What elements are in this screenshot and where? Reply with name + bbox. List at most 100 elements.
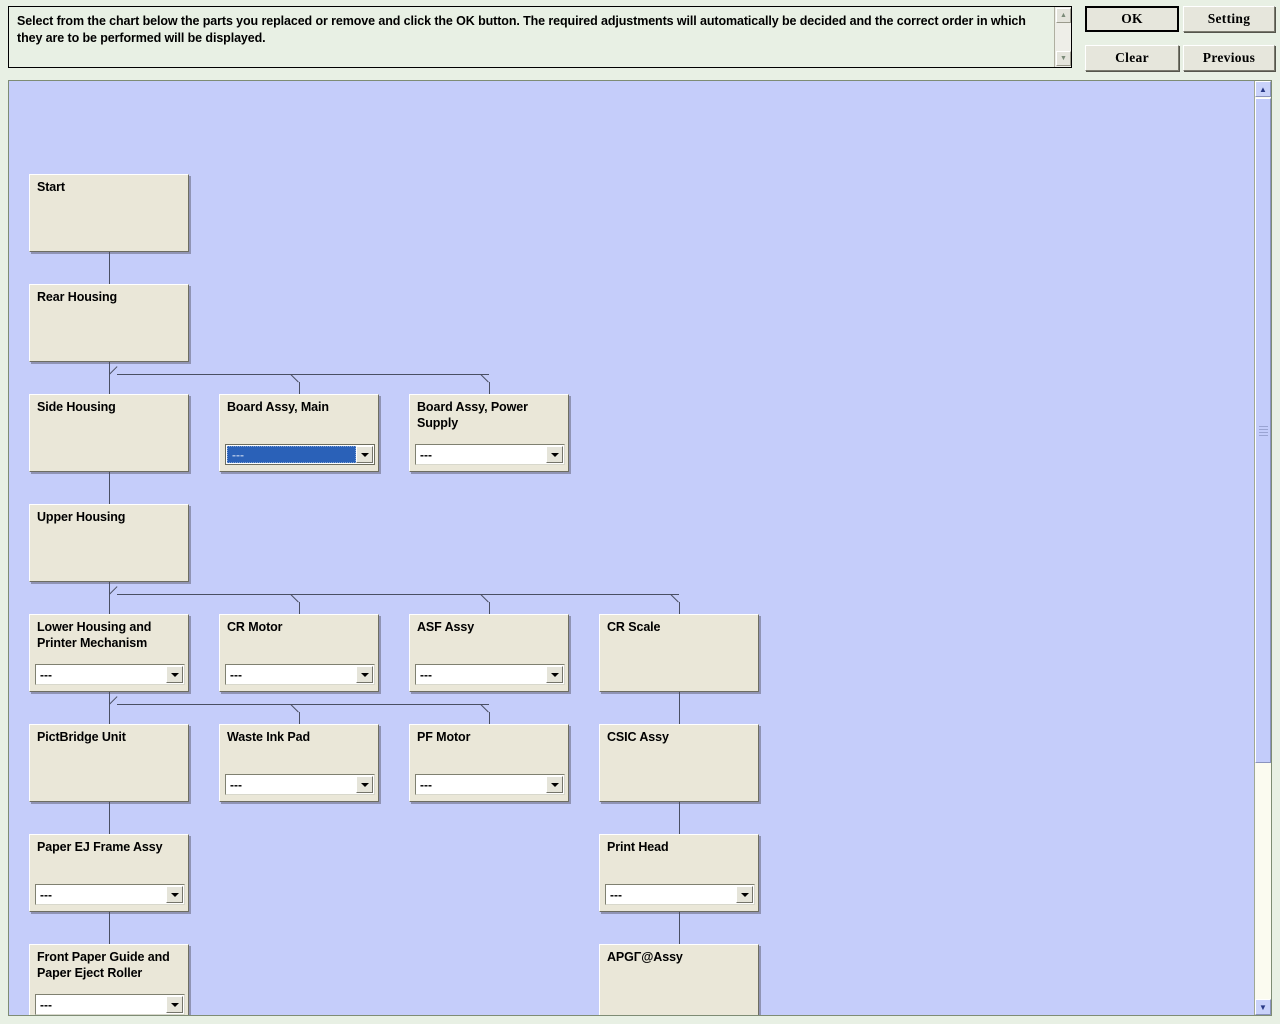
chart-node-upper_housing[interactable]: Upper Housing	[29, 504, 189, 582]
connector-elbow	[290, 704, 299, 713]
scrollbar-thumb[interactable]	[1255, 98, 1271, 763]
connector-rear_housing-to-board_power	[489, 382, 490, 394]
connector-rear_housing-bus	[117, 374, 489, 375]
connector-upper_housing-stem-top	[109, 582, 110, 586]
chart-node-label: Lower Housing and Printer Mechanism	[37, 620, 152, 650]
clear-button[interactable]: Clear	[1085, 45, 1179, 71]
chart-node-label: Upper Housing	[37, 510, 126, 524]
instruction-scrollbar[interactable]: ▲ ▼	[1054, 7, 1071, 67]
chart-node-asf_assy[interactable]: ASF Assy ---	[409, 614, 569, 692]
instruction-text: Select from the chart below the parts yo…	[17, 14, 1030, 45]
connector-lower_housing-to-pictbridge	[109, 704, 110, 724]
chart-node-label: Start	[37, 180, 65, 194]
chevron-down-icon[interactable]	[546, 666, 563, 683]
connector-upper_housing-bus	[117, 594, 679, 595]
connector-pictbridge-to-paper_ej	[109, 802, 110, 834]
chart-node-label: Waste Ink Pad	[227, 730, 310, 744]
connector-elbow	[480, 704, 489, 713]
adjustment-select-cr_motor[interactable]: ---	[225, 664, 375, 685]
chart-node-csic_assy[interactable]: CSIC Assy	[599, 724, 759, 802]
connector-start-to-rear_housing	[109, 252, 110, 284]
chart-node-label: Paper EJ Frame Assy	[37, 840, 163, 854]
chart-node-side_housing[interactable]: Side Housing	[29, 394, 189, 472]
connector-upper_housing-to-cr_scale	[679, 602, 680, 614]
connector-upper_housing-to-lower_housing	[109, 594, 110, 614]
chart-node-pf_motor[interactable]: PF Motor ---	[409, 724, 569, 802]
chart-node-rear_housing[interactable]: Rear Housing	[29, 284, 189, 362]
scroll-up-icon[interactable]: ▲	[1255, 81, 1271, 97]
connector-rear_housing-stem-top	[109, 362, 110, 366]
chart-node-board_power[interactable]: Board Assy, Power Supply ---	[409, 394, 569, 472]
chart-node-label: PF Motor	[417, 730, 471, 744]
chevron-down-icon[interactable]	[546, 776, 563, 793]
chart-node-pictbridge[interactable]: PictBridge Unit	[29, 724, 189, 802]
select-value: ---	[40, 998, 52, 1011]
select-value: ---	[420, 448, 432, 461]
adjustment-select-front_guide[interactable]: ---	[35, 994, 185, 1015]
chart-node-print_head[interactable]: Print Head ---	[599, 834, 759, 912]
previous-button[interactable]: Previous	[1183, 45, 1275, 71]
chart-node-apg_assy[interactable]: APGΓ@Assy	[599, 944, 759, 1015]
chart-vertical-scrollbar[interactable]: ▲ ▼	[1254, 81, 1271, 1015]
chart-node-label: ASF Assy	[417, 620, 475, 634]
select-value: ---	[40, 668, 52, 681]
chart-node-label: CR Motor	[227, 620, 283, 634]
adjustment-select-pf_motor[interactable]: ---	[415, 774, 565, 795]
scroll-down-icon[interactable]: ▼	[1255, 999, 1271, 1015]
scroll-down-icon[interactable]: ▼	[1056, 51, 1071, 66]
connector-paper_ej-to-front_guide	[109, 912, 110, 944]
adjustment-select-board_main[interactable]: ---	[225, 444, 375, 465]
adjustment-select-board_power[interactable]: ---	[415, 444, 565, 465]
chart-node-label: Board Assy, Main	[227, 400, 329, 414]
connector-upper_housing-to-cr_motor	[299, 602, 300, 614]
connector-print_head-to-apg_assy	[679, 912, 680, 944]
chevron-down-icon[interactable]	[356, 776, 373, 793]
chart-node-label: PictBridge Unit	[37, 730, 126, 744]
adjustment-select-lower_housing[interactable]: ---	[35, 664, 185, 685]
chart-node-board_main[interactable]: Board Assy, Main ---	[219, 394, 379, 472]
connector-lower_housing-to-waste_ink	[299, 712, 300, 724]
chevron-down-icon[interactable]	[546, 446, 563, 463]
connector-cr_scale-to-csic_assy	[679, 692, 680, 724]
select-value: ---	[40, 888, 52, 901]
chart-node-lower_housing[interactable]: Lower Housing and Printer Mechanism ---	[29, 614, 189, 692]
connector-elbow	[290, 594, 299, 603]
select-value: ---	[230, 668, 242, 681]
chevron-down-icon[interactable]	[736, 886, 753, 903]
chevron-down-icon[interactable]	[166, 886, 183, 903]
chart-node-cr_scale[interactable]: CR Scale	[599, 614, 759, 692]
select-value: ---	[227, 446, 356, 463]
chevron-down-icon[interactable]	[166, 996, 183, 1013]
adjustment-select-waste_ink[interactable]: ---	[225, 774, 375, 795]
connector-lower_housing-to-pf_motor	[489, 712, 490, 724]
setting-button[interactable]: Setting	[1183, 6, 1275, 32]
scroll-up-icon[interactable]: ▲	[1056, 8, 1071, 23]
connector-rear_housing-to-board_main	[299, 382, 300, 394]
connector-elbow	[290, 374, 299, 383]
connector-elbow	[480, 594, 489, 603]
chart-node-label: Board Assy, Power Supply	[417, 400, 528, 430]
adjustment-select-paper_ej[interactable]: ---	[35, 884, 185, 905]
chart-node-label: Rear Housing	[37, 290, 118, 304]
scrollbar-grip-icon	[1259, 425, 1268, 436]
chevron-down-icon[interactable]	[356, 446, 373, 463]
select-value: ---	[230, 778, 242, 791]
chart-node-paper_ej[interactable]: Paper EJ Frame Assy ---	[29, 834, 189, 912]
adjustment-select-print_head[interactable]: ---	[605, 884, 755, 905]
chart-node-front_guide[interactable]: Front Paper Guide and Paper Eject Roller…	[29, 944, 189, 1015]
connector-csic_assy-to-print_head	[679, 802, 680, 834]
chart-node-start[interactable]: Start	[29, 174, 189, 252]
chart-node-waste_ink[interactable]: Waste Ink Pad ---	[219, 724, 379, 802]
select-value: ---	[420, 668, 432, 681]
select-value: ---	[610, 888, 622, 901]
adjustment-select-asf_assy[interactable]: ---	[415, 664, 565, 685]
connector-side_housing-to-upper_housing	[109, 472, 110, 504]
select-value: ---	[420, 778, 432, 791]
connector-lower_housing-bus	[117, 704, 489, 705]
instruction-textarea[interactable]: Select from the chart below the parts yo…	[8, 6, 1072, 68]
chart-node-cr_motor[interactable]: CR Motor ---	[219, 614, 379, 692]
chart-canvas: Start Rear Housing Side Housing Board Assy,…	[9, 81, 1254, 1015]
chevron-down-icon[interactable]	[356, 666, 373, 683]
ok-button[interactable]: OK	[1085, 6, 1179, 32]
chevron-down-icon[interactable]	[166, 666, 183, 683]
